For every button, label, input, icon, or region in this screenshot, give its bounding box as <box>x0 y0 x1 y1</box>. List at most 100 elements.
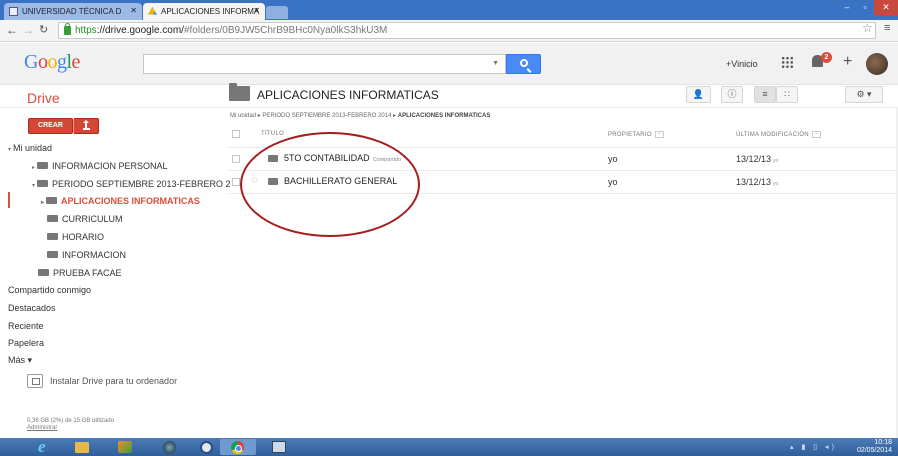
sidebar-item-curriculum[interactable]: CURRICULUM <box>47 214 123 224</box>
install-drive-link[interactable]: Instalar Drive para tu ordenador <box>50 376 177 386</box>
google-logo[interactable]: Google <box>24 51 80 74</box>
drive-icon <box>148 7 157 15</box>
notification-count-badge[interactable]: 2 <box>821 52 832 63</box>
list-view-button[interactable]: ≡ <box>754 86 776 103</box>
breadcrumb: Mi unidad ▸ PERIODO SEPTIEMBRE 2013-FEBR… <box>230 112 490 119</box>
current-folder-title[interactable]: APLICACIONES INFORMATICAS <box>257 88 439 102</box>
forward-arrow-icon[interactable]: → <box>22 23 34 37</box>
sidebar-link-trash[interactable]: Papelera <box>8 338 44 348</box>
row-checkbox[interactable] <box>232 178 240 186</box>
sidebar-item-informacion-personal[interactable]: ▸ INFORMACION PERSONAL <box>32 161 168 171</box>
file-owner: yo <box>608 177 618 187</box>
reload-icon[interactable]: ↻ <box>39 23 48 36</box>
taskbar-file-explorer[interactable] <box>63 439 99 455</box>
avatar[interactable] <box>866 53 888 75</box>
folder-icon <box>37 180 49 187</box>
clock-date: 02/05/2014 <box>856 447 892 454</box>
settings-button[interactable]: ⚙ ▾ <box>845 86 883 103</box>
grid-icon: ∷ <box>784 89 790 99</box>
taskbar-media-center[interactable] <box>108 439 144 455</box>
new-tab-button[interactable] <box>266 6 288 19</box>
folder-icon <box>37 162 49 169</box>
app-icon <box>200 441 213 454</box>
sidebar-item-my-drive[interactable]: ▾ Mi unidad <box>8 143 52 153</box>
user-name-link[interactable]: +Vinicio <box>726 59 758 69</box>
maximize-button[interactable]: ▫ <box>856 0 874 15</box>
row-checkbox[interactable] <box>232 155 240 163</box>
add-person-icon: 👤 <box>692 89 705 99</box>
folder-icon <box>47 215 58 222</box>
expand-arrow-icon[interactable]: ▾ <box>8 147 11 153</box>
sort-menu-icon[interactable]: – <box>654 131 664 138</box>
apps-grid-icon[interactable] <box>781 56 794 69</box>
details-button[interactable]: ⓘ <box>721 86 743 103</box>
breadcrumb-current: APLICACIONES INFORMATICAS <box>397 113 491 119</box>
sidebar-item-prueba-facae[interactable]: PRUEBA FACAE <box>38 268 122 278</box>
browser-tab-strip: UNIVERSIDAD TÉCNICA D ✕ APLICACIONES INF… <box>0 0 898 20</box>
expand-arrow-icon[interactable]: ▾ <box>32 183 35 189</box>
select-all-checkbox[interactable] <box>232 130 240 138</box>
clock[interactable]: 10:18 02/05/2014 <box>848 439 892 455</box>
url-text[interactable]: https://drive.google.com/#folders/0B9JW5… <box>75 25 387 36</box>
column-owner[interactable]: PROPIETARIO – <box>608 131 664 138</box>
file-modified: 13/12/13 yo <box>736 177 779 187</box>
sidebar-item-horario[interactable]: HORARIO <box>47 232 104 242</box>
minimize-button[interactable]: – <box>838 0 856 15</box>
create-button[interactable]: CREAR <box>28 118 73 134</box>
address-bar[interactable]: https://drive.google.com/#folders/0B9JW5… <box>58 22 876 39</box>
sidebar-link-more[interactable]: Más ▾ <box>8 355 32 366</box>
folder-icon <box>38 269 49 276</box>
close-icon[interactable]: ✕ <box>253 6 260 15</box>
chrome-menu-icon[interactable]: ≡ <box>884 22 890 34</box>
drive-title[interactable]: Drive <box>27 90 60 106</box>
search-input[interactable]: ▼ <box>143 54 506 74</box>
chevron-down-icon[interactable]: ▼ <box>492 60 499 67</box>
close-window-button[interactable]: ✕ <box>874 0 898 15</box>
breadcrumb-item[interactable]: PERIODO SEPTIEMBRE 2013-FEBRERO 2014 <box>262 113 391 119</box>
lock-icon <box>64 23 71 35</box>
upload-button[interactable] <box>73 118 99 134</box>
monitor-icon[interactable] <box>27 374 43 388</box>
system-tray[interactable]: ▴ ▮ ▯ ◂) <box>790 443 837 451</box>
sidebar-item-informacion[interactable]: INFORMACION <box>47 250 126 260</box>
active-indicator <box>8 192 10 208</box>
sidebar-item-periodo[interactable]: ▾ PERIODO SEPTIEMBRE 2013-FEBRERO 2 <box>32 179 231 189</box>
share-plus-icon[interactable]: + <box>843 53 852 71</box>
back-arrow-icon[interactable]: ← <box>6 23 18 37</box>
clock-time: 10:18 <box>874 439 892 446</box>
share-folder-button[interactable]: 👤 <box>686 86 711 103</box>
sidebar-link-starred[interactable]: Destacados <box>8 303 56 313</box>
chrome-icon <box>231 441 244 454</box>
grid-view-button[interactable]: ∷ <box>776 86 798 103</box>
logo-letter: G <box>24 51 38 73</box>
bookmark-star-icon[interactable]: ☆ <box>862 21 873 35</box>
browser-toolbar: ← → ↻ https://drive.google.com/#folders/… <box>0 20 898 42</box>
column-modified[interactable]: ÚLTIMA MODIFICACIÓN – <box>736 131 821 138</box>
taskbar-app[interactable] <box>262 439 298 455</box>
sidebar-item-aplicaciones[interactable]: ▸ APLICACIONES INFORMATICAS <box>41 196 200 206</box>
sidebar-link-recent[interactable]: Reciente <box>8 321 44 331</box>
breadcrumb-item[interactable]: Mi unidad <box>230 113 256 119</box>
expand-arrow-icon[interactable]: ▸ <box>32 165 35 171</box>
google-bar: Google ▼ +Vinicio 2 + <box>0 43 898 85</box>
sidebar-link-shared[interactable]: Compartido conmigo <box>8 285 91 295</box>
logo-letter: o <box>47 51 57 73</box>
folder-icon <box>46 197 58 204</box>
storage-usage: 0,36 GB (2%) de 15 GB utilizado <box>27 418 115 424</box>
folder-icon <box>47 233 58 240</box>
search-button[interactable] <box>506 54 541 74</box>
taskbar-media-player[interactable] <box>153 439 189 455</box>
column-title[interactable]: TÍTULO <box>261 131 284 137</box>
folder-icon <box>229 83 250 101</box>
taskbar-chrome[interactable] <box>220 439 256 455</box>
close-icon[interactable]: ✕ <box>130 6 137 15</box>
taskbar-internet-explorer[interactable]: e <box>28 437 64 456</box>
search-icon <box>520 59 528 67</box>
browser-tab-aplicaciones[interactable]: APLICACIONES INFORMA ✕ <box>143 3 265 20</box>
app-icon <box>272 441 286 453</box>
expand-arrow-icon[interactable]: ▸ <box>41 200 44 206</box>
browser-tab-universidad[interactable]: UNIVERSIDAD TÉCNICA D ✕ <box>4 3 142 20</box>
manage-storage-link[interactable]: Administrar <box>27 425 57 431</box>
internet-explorer-icon: e <box>38 437 46 456</box>
sort-menu-icon[interactable]: – <box>811 131 821 138</box>
